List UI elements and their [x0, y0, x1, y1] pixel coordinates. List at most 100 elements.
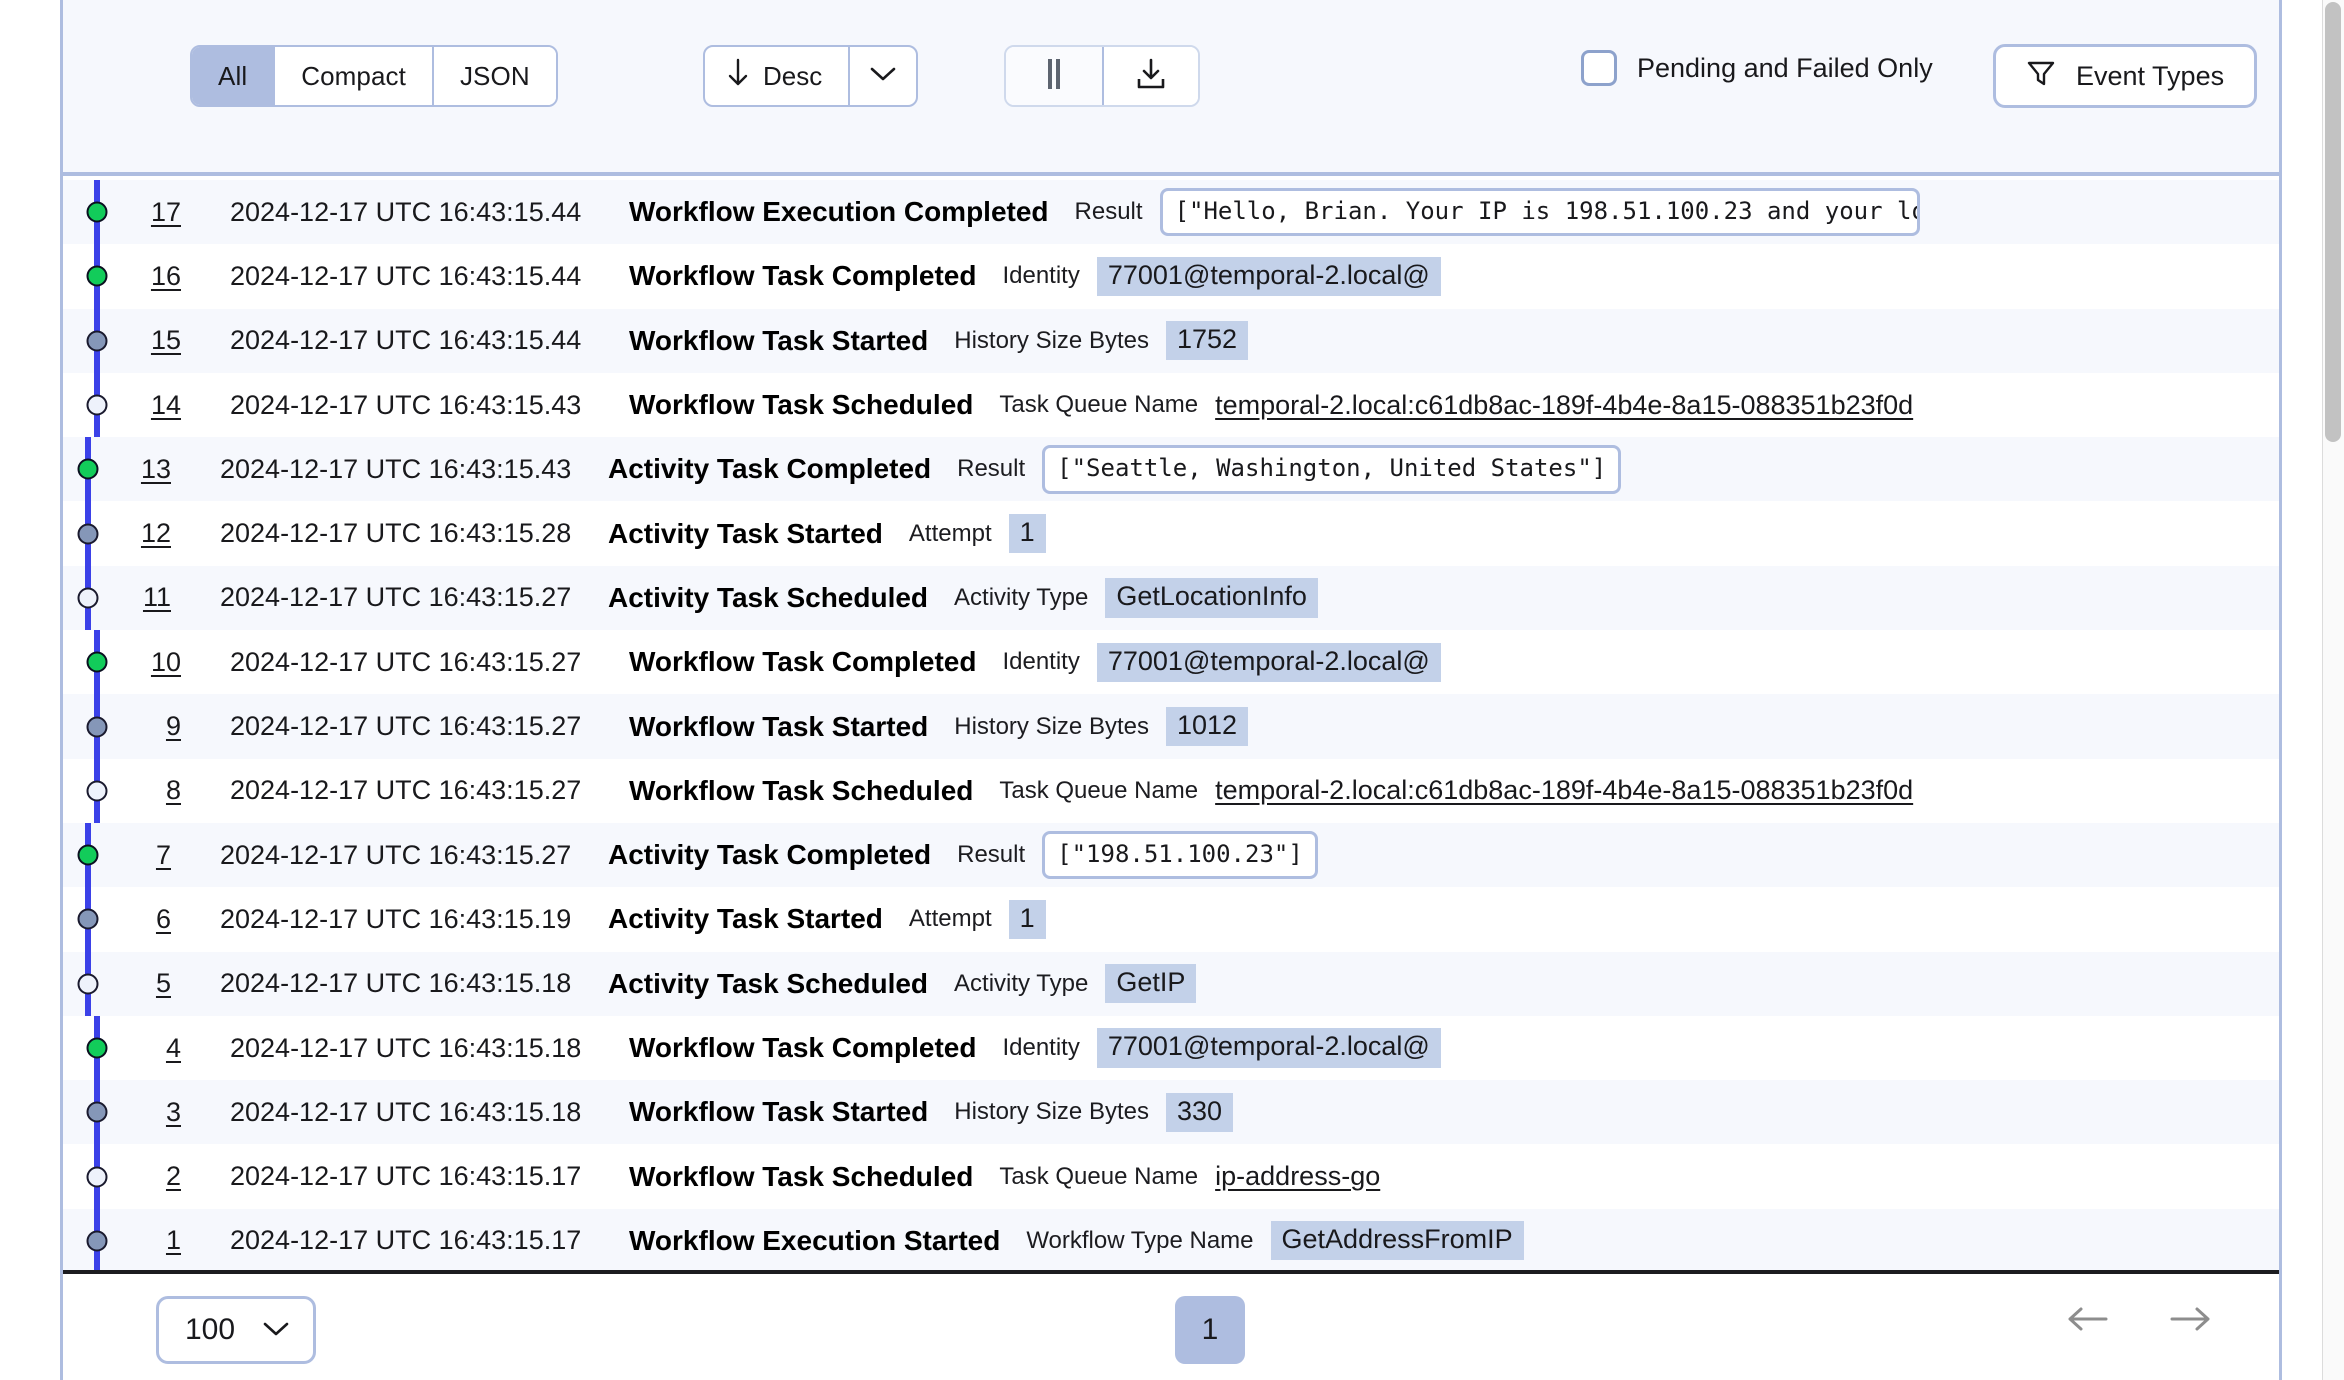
event-id-link[interactable]: 8 — [125, 775, 181, 806]
sort-order-dropdown-toggle[interactable] — [850, 47, 916, 105]
event-row[interactable]: 72024-12-17 UTC 16:43:15.27Activity Task… — [63, 823, 2279, 887]
attribute-badge: 1 — [1009, 900, 1046, 939]
event-id-link[interactable]: 9 — [125, 711, 181, 742]
event-type-name: Workflow Execution Completed — [629, 196, 1049, 228]
event-row[interactable]: 92024-12-17 UTC 16:43:15.27Workflow Task… — [63, 694, 2279, 758]
event-id-link[interactable]: 12 — [115, 518, 171, 549]
previous-page-button[interactable] — [2064, 1304, 2110, 1339]
event-id-link[interactable]: 2 — [125, 1161, 181, 1192]
attribute-key: Identity — [1002, 1034, 1079, 1062]
event-timestamp: 2024-12-17 UTC 16:43:15.17 — [230, 1161, 581, 1192]
event-id-link[interactable]: 5 — [115, 968, 171, 999]
attribute-key: Activity Type — [954, 584, 1088, 612]
event-timestamp: 2024-12-17 UTC 16:43:15.18 — [230, 1033, 581, 1064]
view-mode-json[interactable]: JSON — [434, 47, 556, 105]
attribute-key: Identity — [1002, 262, 1079, 290]
event-row[interactable]: 132024-12-17 UTC 16:43:15.43Activity Tas… — [63, 437, 2279, 501]
panel-right-border — [2279, 0, 2282, 1380]
page-button-1[interactable]: 1 — [1175, 1296, 1245, 1364]
sort-order-button[interactable]: Desc — [705, 47, 850, 105]
event-attributes: History Size Bytes1752 — [954, 321, 1248, 360]
attribute-key: Attempt — [909, 905, 992, 933]
event-attributes: Identity77001@temporal-2.local@ — [1002, 643, 1440, 682]
event-status-dot — [87, 1166, 108, 1187]
attribute-code-value[interactable]: ["Seattle, Washington, United States"] — [1042, 445, 1621, 493]
event-type-name: Workflow Task Scheduled — [629, 775, 973, 807]
pending-failed-only-checkbox[interactable]: Pending and Failed Only — [1581, 50, 1933, 86]
next-page-button[interactable] — [2168, 1304, 2214, 1339]
event-type-name: Activity Task Scheduled — [608, 968, 928, 1000]
event-id-link[interactable]: 6 — [115, 904, 171, 935]
event-row[interactable]: 12024-12-17 UTC 16:43:15.17Workflow Exec… — [63, 1209, 2279, 1273]
scrollbar-thumb[interactable] — [2325, 2, 2341, 442]
event-status-dot — [87, 1230, 108, 1251]
event-status-dot — [87, 395, 108, 416]
event-attributes: Activity TypeGetLocationInfo — [954, 578, 1318, 617]
browser-scrollbar[interactable] — [2322, 0, 2344, 1380]
event-row[interactable]: 32024-12-17 UTC 16:43:15.18Workflow Task… — [63, 1080, 2279, 1144]
download-button[interactable] — [1102, 47, 1198, 105]
event-attributes: Result ["198.51.100.23"] — [957, 831, 1318, 879]
event-status-dot — [87, 266, 108, 287]
checkbox-box[interactable] — [1581, 50, 1617, 86]
event-row[interactable]: 102024-12-17 UTC 16:43:15.27Workflow Tas… — [63, 630, 2279, 694]
event-type-name: Workflow Task Started — [629, 325, 928, 357]
event-id-link[interactable]: 4 — [125, 1033, 181, 1064]
attribute-key: Task Queue Name — [999, 391, 1198, 419]
event-id-link[interactable]: 1 — [125, 1225, 181, 1256]
event-timestamp: 2024-12-17 UTC 16:43:15.19 — [220, 904, 571, 935]
attribute-key: Attempt — [909, 520, 992, 548]
event-type-name: Workflow Task Started — [629, 711, 928, 743]
attribute-key: Workflow Type Name — [1026, 1227, 1253, 1255]
view-mode-all[interactable]: All — [192, 47, 275, 105]
event-id-link[interactable]: 16 — [125, 261, 181, 292]
event-id-link[interactable]: 10 — [125, 647, 181, 678]
attribute-key: Task Queue Name — [999, 777, 1198, 805]
event-id-link[interactable]: 11 — [115, 582, 171, 613]
event-id-link[interactable]: 7 — [115, 840, 171, 871]
sort-order-group[interactable]: Desc — [703, 45, 918, 107]
event-type-name: Workflow Task Started — [629, 1096, 928, 1128]
event-row[interactable]: 142024-12-17 UTC 16:43:15.43Workflow Tas… — [63, 373, 2279, 437]
pause-button[interactable] — [1006, 47, 1102, 105]
event-id-link[interactable]: 15 — [125, 325, 181, 356]
event-type-name: Activity Task Completed — [608, 839, 931, 871]
attribute-link[interactable]: temporal-2.local:c61db8ac-189f-4b4e-8a15… — [1215, 775, 1913, 806]
event-row[interactable]: 22024-12-17 UTC 16:43:15.17Workflow Task… — [63, 1144, 2279, 1208]
event-row[interactable]: 82024-12-17 UTC 16:43:15.27Workflow Task… — [63, 759, 2279, 823]
event-id-link[interactable]: 13 — [115, 454, 171, 485]
event-types-button[interactable]: Event Types — [1993, 44, 2257, 108]
playback-download-group[interactable] — [1004, 45, 1200, 107]
event-id-link[interactable]: 3 — [125, 1097, 181, 1128]
event-status-dot — [78, 587, 99, 608]
attribute-key: History Size Bytes — [954, 327, 1149, 355]
event-row[interactable]: 172024-12-17 UTC 16:43:15.44Workflow Exe… — [63, 180, 2279, 244]
event-row[interactable]: 4 2024-12-17 UTC 16:43:15.18 Workflow Task… — [63, 1016, 2279, 1080]
attribute-key: Identity — [1002, 648, 1079, 676]
event-attributes: Attempt1 — [909, 514, 1046, 553]
event-type-name: Workflow Execution Started — [629, 1225, 1000, 1257]
event-row[interactable]: 162024-12-17 UTC 16:43:15.44Workflow Tas… — [63, 244, 2279, 308]
event-status-dot — [87, 202, 108, 223]
event-row[interactable]: 112024-12-17 UTC 16:43:15.27Activity Tas… — [63, 566, 2279, 630]
view-mode-segmented-control[interactable]: All Compact JSON — [190, 45, 558, 107]
attribute-code-value[interactable]: ["198.51.100.23"] — [1042, 831, 1318, 879]
event-type-name: Activity Task Scheduled — [608, 582, 928, 614]
event-id-link[interactable]: 17 — [125, 197, 181, 228]
event-row[interactable]: 62024-12-17 UTC 16:43:15.19Activity Task… — [63, 887, 2279, 951]
event-id-link[interactable]: 14 — [125, 390, 181, 421]
event-row[interactable]: 152024-12-17 UTC 16:43:15.44Workflow Tas… — [63, 309, 2279, 373]
arrow-right-icon — [2168, 1304, 2214, 1339]
event-attributes: Task Queue Nameip-address-go — [999, 1161, 1380, 1192]
attribute-code-value[interactable]: ["Hello, Brian. Your IP is 198.51.100.23… — [1160, 188, 1920, 236]
event-type-name: Workflow Task Completed — [629, 1032, 976, 1064]
event-row[interactable]: 122024-12-17 UTC 16:43:15.28Activity Tas… — [63, 501, 2279, 565]
event-row[interactable]: 52024-12-17 UTC 16:43:15.18Activity Task… — [63, 952, 2279, 1016]
attribute-link[interactable]: temporal-2.local:c61db8ac-189f-4b4e-8a15… — [1215, 390, 1913, 421]
view-mode-compact[interactable]: Compact — [275, 47, 434, 105]
down-arrow-icon — [727, 58, 749, 95]
attribute-link[interactable]: ip-address-go — [1215, 1161, 1380, 1192]
event-type-name: Activity Task Completed — [608, 453, 931, 485]
attribute-key: Result — [957, 841, 1025, 869]
page-size-select[interactable]: 100 — [156, 1296, 316, 1364]
